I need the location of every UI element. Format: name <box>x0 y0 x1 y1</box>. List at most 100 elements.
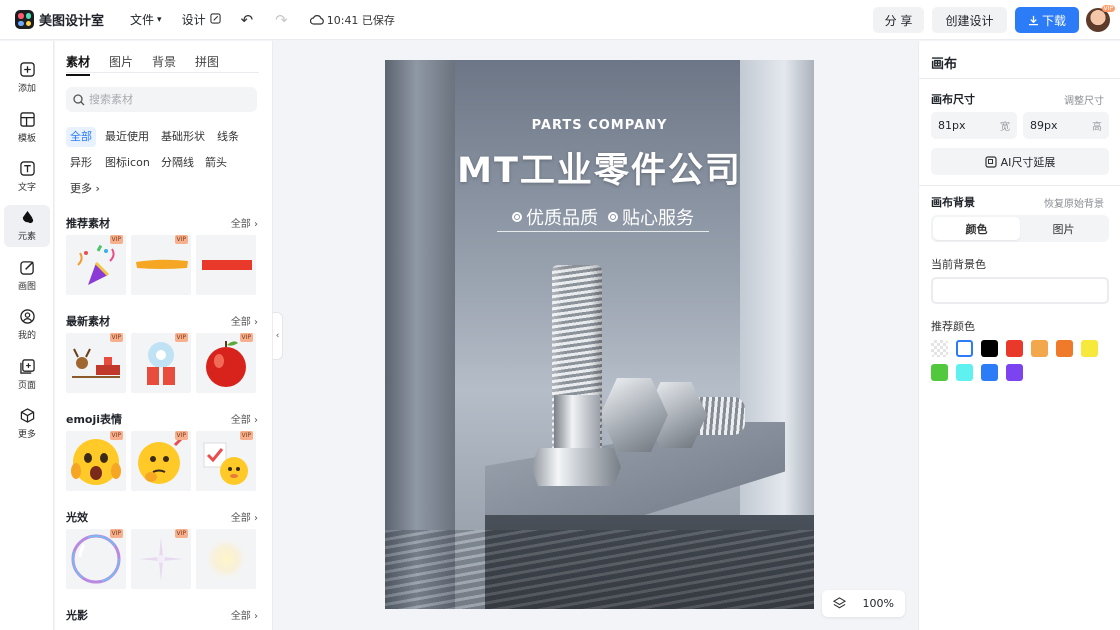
design-menu-label: 设计 <box>181 13 206 27</box>
chip-all[interactable]: 全部 <box>66 127 96 147</box>
section-all-light-effects[interactable]: 全部 › <box>231 509 258 524</box>
rail-label-more: 更多 <box>17 430 36 440</box>
current-bg-color-field[interactable] <box>931 277 1109 304</box>
swatch-green[interactable] <box>931 364 948 381</box>
material-search[interactable] <box>66 87 257 112</box>
chevron-down-icon: ▾ <box>157 14 162 25</box>
undo-icon[interactable]: ↶ <box>241 11 254 29</box>
material-thumb[interactable]: VIP <box>66 431 126 491</box>
design-canvas[interactable]: PARTS COMPANY MT工业零件公司 优质品质 贴心服务 <box>385 60 814 609</box>
file-menu[interactable]: 文件 ▾ <box>130 11 162 28</box>
section-all-light-shadow[interactable]: 全部 › <box>231 607 258 622</box>
poster-title[interactable]: MT工业零件公司 <box>385 142 814 193</box>
width-unit: 宽 <box>1000 122 1010 133</box>
file-menu-label: 文件 <box>130 13 155 27</box>
width-value: 81px <box>938 119 966 132</box>
width-field[interactable]: 81px 宽 <box>931 112 1017 139</box>
brush-stroke-icon <box>136 259 188 269</box>
section-all-recommended[interactable]: 全部 › <box>231 215 258 230</box>
rail-item-element[interactable]: 元素 <box>4 205 50 247</box>
vip-badge: VIP <box>109 235 123 244</box>
swatch-transparent[interactable] <box>931 340 948 357</box>
rail-item-more[interactable]: 更多 <box>4 403 50 445</box>
resize-link[interactable]: 调整尺寸 <box>1064 92 1104 107</box>
material-thumb[interactable] <box>196 529 256 589</box>
swatch-purple[interactable] <box>1006 364 1023 381</box>
bg-type-color[interactable]: 颜色 <box>933 217 1020 240</box>
chip-arrows[interactable]: 箭头 <box>201 153 231 173</box>
swatch-black[interactable] <box>981 340 998 357</box>
search-input[interactable] <box>89 93 249 106</box>
material-thumb[interactable]: VIP <box>131 333 191 393</box>
layers-icon[interactable] <box>833 597 846 610</box>
download-button[interactable]: 下载 <box>1015 7 1079 33</box>
bolt-neck-image <box>554 395 600 455</box>
poster-tag: 优质品质 <box>512 204 598 230</box>
zoom-control[interactable]: 100% <box>822 590 905 617</box>
height-field[interactable]: 89px 高 <box>1023 112 1109 139</box>
all-label: 全部 <box>230 513 251 524</box>
zoom-level[interactable]: 100% <box>863 597 894 610</box>
top-menu: 文件 ▾ 设计 ↶ ↷ 10:41 已保存 <box>130 11 395 29</box>
divider <box>919 185 1120 186</box>
swatch-white[interactable] <box>956 340 973 357</box>
swatch-red[interactable] <box>1006 340 1023 357</box>
swatch-blue[interactable] <box>981 364 998 381</box>
bg-type-image[interactable]: 图片 <box>1020 217 1107 240</box>
ai-size-extend-button[interactable]: AI尺寸延展 <box>931 148 1109 175</box>
poster-tags[interactable]: 优质品质 贴心服务 <box>497 202 709 232</box>
material-thumb[interactable]: VIP <box>196 333 256 393</box>
collapse-panel-button[interactable]: ‹ <box>273 312 283 360</box>
chip-dividers[interactable]: 分隔线 <box>157 153 198 173</box>
swatch-orange[interactable] <box>1056 340 1073 357</box>
rail-item-page[interactable]: 页面 <box>4 354 50 396</box>
material-thumb[interactable]: VIP <box>66 529 126 589</box>
chip-recent[interactable]: 最近使用 <box>101 127 153 147</box>
avatar[interactable]: VIP <box>1086 5 1115 32</box>
section-all-emoji[interactable]: 全部 › <box>231 411 258 426</box>
avatar-vip-badge: VIP <box>1101 5 1115 12</box>
swatch-cyan[interactable] <box>956 364 973 381</box>
restore-bg-link[interactable]: 恢复原始背景 <box>1044 195 1104 210</box>
chip-lines[interactable]: 线条 <box>213 127 243 147</box>
swatch-light-orange[interactable] <box>1031 340 1048 357</box>
poster-subtitle[interactable]: PARTS COMPANY <box>385 118 814 133</box>
current-bg-label: 当前背景色 <box>931 258 986 271</box>
chip-more[interactable]: 更多 › <box>66 179 104 199</box>
material-thumb[interactable]: VIP <box>196 431 256 491</box>
plus-square-icon <box>19 62 35 81</box>
check-emoji-icon <box>203 442 248 485</box>
swatch-yellow[interactable] <box>1081 340 1098 357</box>
draw-icon <box>19 260 35 279</box>
vip-badge: VIP <box>109 431 123 440</box>
bg-type-toggle: 颜色 图片 <box>931 215 1109 242</box>
create-design-button[interactable]: 创建设计 <box>932 7 1007 33</box>
rail-item-add[interactable]: 添加 <box>4 57 50 99</box>
bullet-icon <box>608 211 618 222</box>
rail-item-mine[interactable]: 我的 <box>4 304 50 346</box>
canvas-size-label: 画布尺寸 <box>931 93 975 106</box>
rail-item-draw[interactable]: 画图 <box>4 255 50 297</box>
design-menu[interactable]: 设计 <box>182 11 221 28</box>
poster-tag-text: 贴心服务 <box>622 207 694 229</box>
share-button[interactable]: 分 享 <box>873 7 924 33</box>
material-thumb[interactable]: VIP <box>131 529 191 589</box>
section-all-latest[interactable]: 全部 › <box>231 313 258 328</box>
material-thumb[interactable]: VIP <box>66 235 126 295</box>
chip-basic-shapes[interactable]: 基础形状 <box>157 127 209 147</box>
save-status-text: 10:41 已保存 <box>326 13 395 27</box>
material-thumb[interactable]: VIP <box>131 431 191 491</box>
text-icon <box>19 161 35 180</box>
app-logo[interactable]: 美图设计室 <box>15 10 104 29</box>
material-thumb[interactable]: VIP <box>66 333 126 393</box>
material-thumb[interactable] <box>196 235 256 295</box>
recommend-colors-label: 推荐颜色 <box>931 320 975 333</box>
chip-icons[interactable]: 图标icon <box>101 153 154 173</box>
vip-badge: VIP <box>174 529 188 538</box>
chip-irregular[interactable]: 异形 <box>66 153 96 173</box>
rail-item-text[interactable]: 文字 <box>4 156 50 198</box>
material-thumb[interactable]: VIP <box>131 235 191 295</box>
redo-icon[interactable]: ↷ <box>275 11 288 29</box>
app-logo-icon <box>15 10 34 29</box>
rail-item-template[interactable]: 模板 <box>4 107 50 149</box>
